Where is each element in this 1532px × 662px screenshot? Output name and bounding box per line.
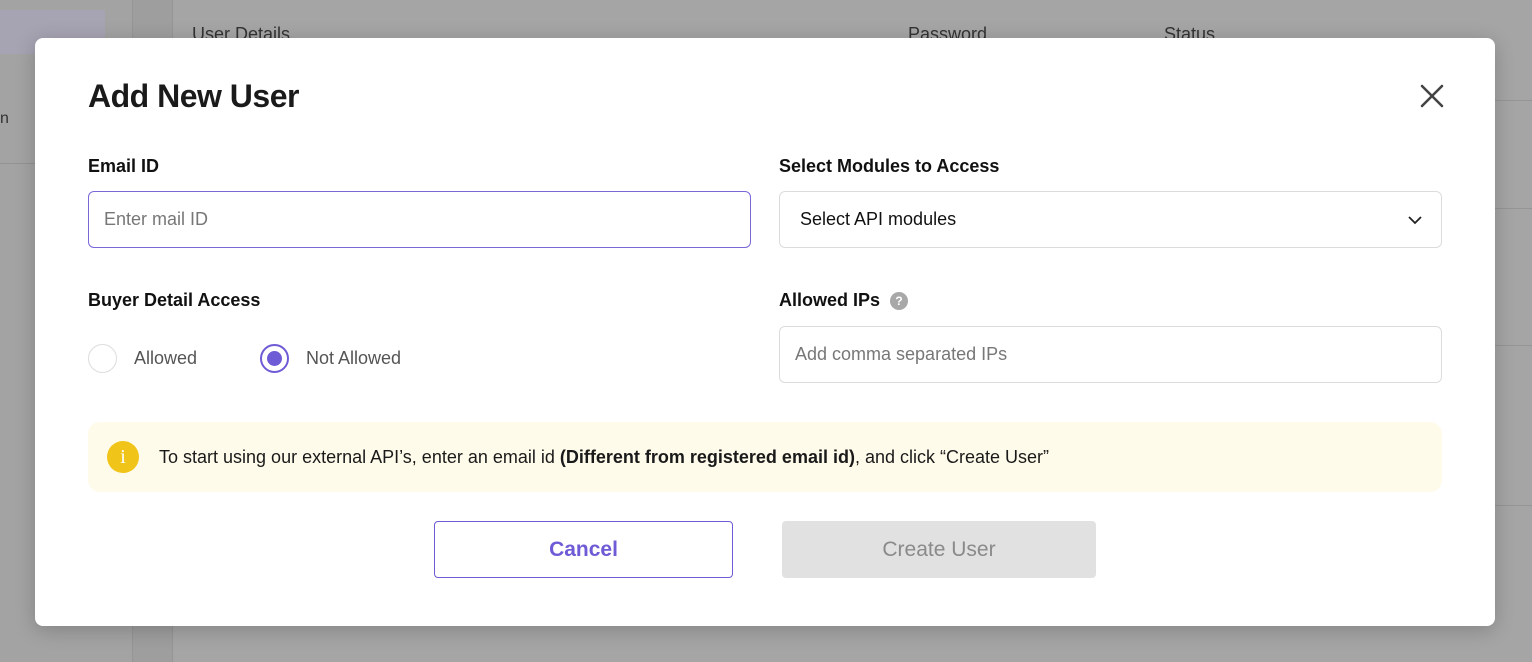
divider bbox=[1495, 208, 1532, 209]
add-user-modal: Add New User Email ID Select Modules to … bbox=[35, 38, 1495, 626]
modules-label: Select Modules to Access bbox=[779, 156, 1000, 176]
info-text-bold: (Different from registered email id) bbox=[559, 446, 855, 467]
email-label: Email ID bbox=[88, 156, 160, 176]
close-icon[interactable] bbox=[1418, 82, 1446, 110]
modules-select-value: Select API modules bbox=[800, 209, 957, 229]
allowed-ips-input[interactable] bbox=[779, 326, 1442, 383]
help-icon[interactable]: ? bbox=[890, 292, 909, 311]
chevron-down-icon bbox=[1408, 215, 1422, 224]
cancel-button[interactable]: Cancel bbox=[434, 521, 733, 578]
divider bbox=[1495, 100, 1532, 101]
email-input[interactable] bbox=[88, 191, 751, 248]
buyer-access-label: Buyer Detail Access bbox=[88, 290, 261, 310]
info-text-end: , and click “Create User” bbox=[854, 446, 1050, 467]
allowed-ips-label: Allowed IPs? bbox=[779, 290, 909, 311]
allowed-ips-text: Allowed IPs bbox=[779, 290, 881, 310]
modal-title: Add New User bbox=[88, 78, 299, 114]
radio-circle-selected[interactable] bbox=[260, 344, 289, 373]
info-icon: i bbox=[107, 441, 139, 473]
create-user-button[interactable]: Create User bbox=[782, 521, 1096, 578]
modules-select[interactable]: Select API modules bbox=[779, 191, 1442, 248]
info-banner: i To start using our external API’s, ent… bbox=[88, 422, 1442, 492]
info-text: To start using our external API’s, enter… bbox=[159, 447, 1049, 468]
divider bbox=[1495, 505, 1532, 506]
radio-not-allowed[interactable]: Not Allowed bbox=[260, 344, 401, 373]
radio-allowed[interactable]: Allowed bbox=[88, 344, 197, 373]
info-text-start: To start using our external API’s, enter… bbox=[159, 446, 560, 467]
divider bbox=[1495, 345, 1532, 346]
radio-label: Allowed bbox=[134, 348, 198, 368]
sidebar-item: n bbox=[0, 110, 9, 127]
radio-label: Not Allowed bbox=[306, 348, 402, 368]
radio-circle[interactable] bbox=[88, 344, 117, 373]
